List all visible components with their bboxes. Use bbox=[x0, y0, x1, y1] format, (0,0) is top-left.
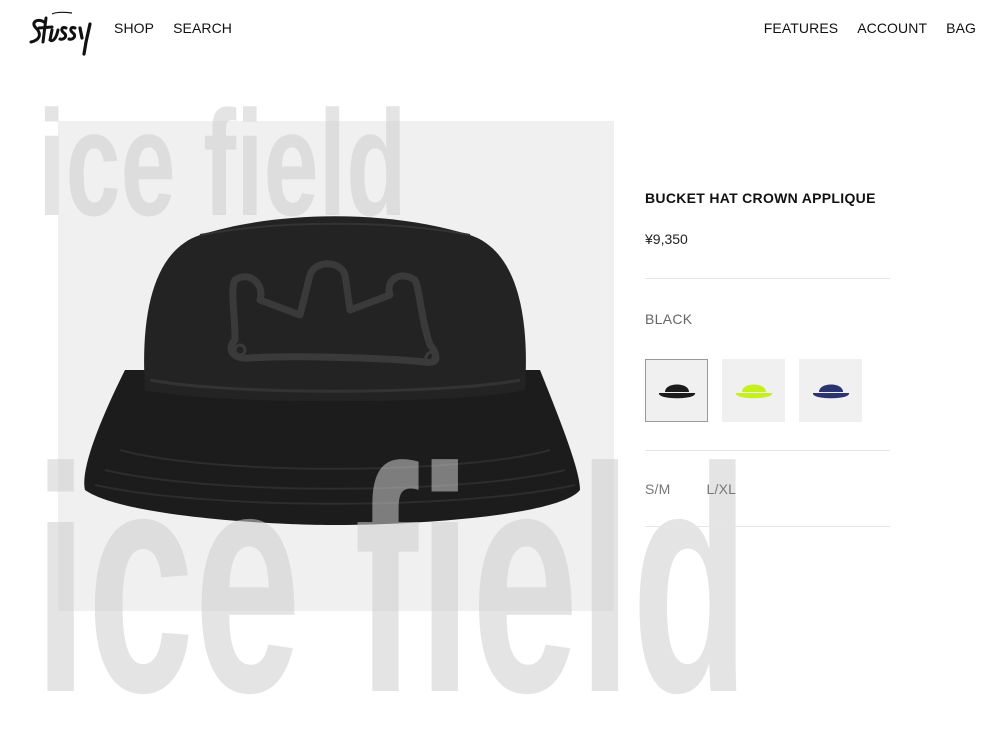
stussy-logo-icon bbox=[29, 11, 92, 56]
primary-nav: SHOP SEARCH bbox=[114, 20, 232, 36]
nav-features-link[interactable]: FEATURES bbox=[764, 20, 838, 36]
site-header: SHOP SEARCH FEATURES ACCOUNT BAG bbox=[0, 0, 1000, 56]
swatch-lime[interactable] bbox=[722, 359, 785, 422]
secondary-nav: FEATURES ACCOUNT BAG bbox=[764, 20, 976, 36]
nav-search-link[interactable]: SEARCH bbox=[173, 20, 232, 36]
hat-thumbnail-icon bbox=[735, 384, 772, 398]
swatch-black[interactable] bbox=[645, 359, 708, 422]
divider bbox=[645, 450, 890, 451]
product-page: SHOP SEARCH FEATURES ACCOUNT BAG ice fie… bbox=[0, 0, 1000, 737]
product-price: ¥9,350 bbox=[645, 231, 688, 247]
swatch-navy[interactable] bbox=[799, 359, 862, 422]
size-option-lxl[interactable]: L/XL bbox=[707, 481, 737, 497]
divider bbox=[645, 526, 890, 527]
hat-thumbnail-icon bbox=[658, 384, 695, 398]
size-option-sm[interactable]: S/M bbox=[645, 481, 671, 497]
product-title: BUCKET HAT CROWN APPLIQUE bbox=[645, 190, 876, 206]
selected-color-label: BLACK bbox=[645, 311, 693, 327]
nav-shop-link[interactable]: SHOP bbox=[114, 20, 154, 36]
hat-thumbnail-icon bbox=[812, 384, 849, 398]
size-options: S/M L/XL bbox=[645, 481, 736, 497]
nav-bag-link[interactable]: BAG bbox=[946, 20, 976, 36]
color-swatches bbox=[645, 359, 862, 422]
bucket-hat-image bbox=[84, 216, 580, 525]
brand-logo[interactable] bbox=[28, 8, 98, 56]
product-image[interactable] bbox=[60, 190, 610, 540]
divider bbox=[645, 278, 890, 279]
nav-account-link[interactable]: ACCOUNT bbox=[857, 20, 927, 36]
